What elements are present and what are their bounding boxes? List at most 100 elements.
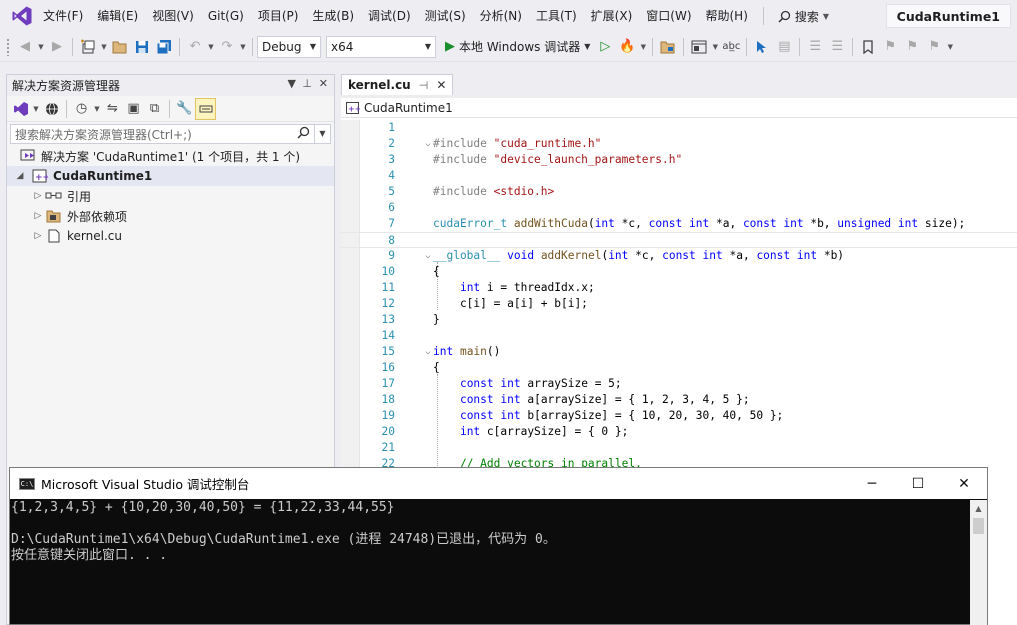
code-line[interactable]: 13} <box>341 312 1017 328</box>
start-debugging-button[interactable]: ▶ 本地 Windows 调试器 ▼ <box>441 36 594 58</box>
menu-git[interactable]: Git(G) <box>201 5 251 27</box>
code-line[interactable]: 10{ <box>341 264 1017 280</box>
search-menu[interactable]: 搜索 ▼ <box>772 5 835 27</box>
search-options-dropdown-icon[interactable]: ▼ <box>314 125 330 143</box>
menu-view[interactable]: 视图(V) <box>145 5 201 27</box>
code-line[interactable]: 14 <box>341 328 1017 344</box>
bookmark-icon[interactable] <box>857 36 879 58</box>
switch-views-icon[interactable] <box>10 98 31 120</box>
menu-tools[interactable]: 工具(T) <box>529 5 584 27</box>
toolbar-overflow-icon[interactable]: ▼ <box>945 43 955 51</box>
maximize-icon[interactable]: ☐ <box>895 468 941 499</box>
tree-external-deps-node[interactable]: ▷ 外部依赖项 <box>7 206 334 226</box>
browse-folder-icon[interactable] <box>657 36 679 58</box>
collapse-all-icon[interactable]: ▣ <box>123 98 144 120</box>
code-line[interactable]: 20 int c[arraySize] = { 0 }; <box>341 424 1017 440</box>
save-all-icon[interactable] <box>153 36 175 58</box>
code-line[interactable]: 16 { <box>341 360 1017 376</box>
indent-icon[interactable]: ☰ <box>826 36 848 58</box>
menu-debug[interactable]: 调试(D) <box>361 5 418 27</box>
code-line[interactable]: 12 c[i] = a[i] + b[i]; <box>341 296 1017 312</box>
start-without-debugging-icon[interactable]: ▷ <box>594 36 616 58</box>
web-icon[interactable] <box>41 98 62 120</box>
solution-platform-combo[interactable]: x64 ▼ <box>326 35 436 58</box>
debug-console-window[interactable]: C:\ Microsoft Visual Studio 调试控制台 ─ ☐ ✕ … <box>9 467 988 625</box>
open-folder-icon[interactable] <box>109 36 131 58</box>
visual-studio-logo-icon[interactable] <box>8 2 36 30</box>
new-dropdown-icon[interactable]: ▼ <box>99 43 109 51</box>
close-icon[interactable]: ✕ <box>319 77 328 90</box>
solution-configuration-combo[interactable]: Debug ▼ <box>257 35 321 58</box>
forward-icon[interactable]: ▶ <box>46 36 68 58</box>
pending-changes-filter-icon[interactable]: ◷ <box>71 98 92 120</box>
hot-reload-icon[interactable]: 🔥 <box>616 36 638 58</box>
tree-kernel-file-node[interactable]: ▷ kernel.cu <box>7 226 334 246</box>
menu-window[interactable]: 窗口(W) <box>639 5 698 27</box>
menu-project[interactable]: 项目(P) <box>251 5 306 27</box>
spell-check-icon[interactable]: ab̲c <box>720 36 742 58</box>
code-line[interactable]: 2 ⌵ #include "cuda_runtime.h" <box>341 136 1017 152</box>
scroll-up-icon[interactable]: ▲ <box>970 500 987 517</box>
window-position-icon[interactable]: ▼ <box>288 77 296 90</box>
redo-dropdown-icon[interactable]: ▼ <box>238 43 248 51</box>
window-layout-icon[interactable] <box>688 36 710 58</box>
code-line[interactable]: 7 cudaError_t addWithCuda(int *c, const i… <box>341 216 1017 232</box>
undo-icon[interactable]: ↶ <box>184 36 206 58</box>
pin-icon[interactable]: ⊥ <box>302 77 312 90</box>
fold-toggle-icon[interactable]: ⌵ <box>423 344 433 360</box>
back-dropdown-icon[interactable]: ▼ <box>36 43 46 51</box>
filter-dropdown-icon[interactable]: ▼ <box>92 105 102 113</box>
tree-project-node[interactable]: ◢ ++ CudaRuntime1 <box>7 166 334 186</box>
layout-dropdown-icon[interactable]: ▼ <box>710 43 720 51</box>
console-scrollbar[interactable]: ▲ <box>970 500 987 625</box>
menu-analyze[interactable]: 分析(N) <box>473 5 529 27</box>
code-line[interactable]: 1 <box>341 120 1017 136</box>
code-line[interactable]: 9 ⌵ __global__ void addKernel(int *c, cons… <box>341 248 1017 264</box>
code-line[interactable]: 5 #include <stdio.h> <box>341 184 1017 200</box>
back-icon[interactable]: ◀ <box>14 36 36 58</box>
hot-reload-dropdown-icon[interactable]: ▼ <box>638 43 648 51</box>
code-line[interactable]: 17 const int arraySize = 5; <box>341 376 1017 392</box>
tree-solution-node[interactable]: 解决方案 'CudaRuntime1' (1 个项目，共 1 个) <box>7 146 334 166</box>
sync-with-active-document-icon[interactable]: ⇋ <box>102 98 123 120</box>
clear-bookmarks-icon[interactable]: ⚑ <box>923 36 945 58</box>
outdent-icon[interactable]: ☰ <box>804 36 826 58</box>
save-icon[interactable] <box>131 36 153 58</box>
code-line[interactable]: 11 int i = threadIdx.x; <box>341 280 1017 296</box>
show-all-files-icon[interactable]: ⧉ <box>144 98 165 120</box>
step-cursor-icon[interactable] <box>751 36 773 58</box>
code-line[interactable]: 15 ⌵ int main() <box>341 344 1017 360</box>
close-icon[interactable]: ✕ <box>941 468 987 499</box>
collapsed-arrow-icon[interactable]: ▷ <box>31 231 45 241</box>
navigation-bar[interactable]: ++ CudaRuntime1 <box>341 98 1017 118</box>
minimize-icon[interactable]: ─ <box>849 468 895 499</box>
toolbar-grip[interactable] <box>6 37 10 56</box>
fold-toggle-icon[interactable]: ⌵ <box>423 248 433 264</box>
switch-views-dropdown-icon[interactable]: ▼ <box>31 105 41 113</box>
expanded-arrow-icon[interactable]: ◢ <box>13 171 27 181</box>
close-tab-icon[interactable]: ✕ <box>436 78 446 92</box>
code-line[interactable]: 8 <box>341 232 1017 248</box>
collapsed-arrow-icon[interactable]: ▷ <box>31 191 45 201</box>
next-bookmark-icon[interactable]: ⚑ <box>901 36 923 58</box>
undo-dropdown-icon[interactable]: ▼ <box>206 43 216 51</box>
menu-file[interactable]: 文件(F) <box>36 5 90 27</box>
pin-tab-icon[interactable]: ⊣ <box>419 79 429 92</box>
code-line[interactable]: 6 <box>341 200 1017 216</box>
solution-explorer-titlebar[interactable]: 解决方案资源管理器 ▼ ⊥ ✕ <box>7 75 334 96</box>
properties-icon[interactable]: 🔧 <box>174 98 195 120</box>
menu-test[interactable]: 测试(S) <box>418 5 473 27</box>
code-line[interactable]: 21 <box>341 440 1017 456</box>
code-line[interactable]: 3 #include "device_launch_parameters.h" <box>341 152 1017 168</box>
redo-icon[interactable]: ↷ <box>216 36 238 58</box>
preview-selected-items-icon[interactable] <box>195 97 216 120</box>
collapsed-arrow-icon[interactable]: ▷ <box>31 211 45 221</box>
tab-kernel-cu[interactable]: kernel.cu ⊣ ✕ <box>341 74 454 95</box>
code-line[interactable]: 4 <box>341 168 1017 184</box>
scrollbar-thumb[interactable] <box>973 518 984 534</box>
menu-extensions[interactable]: 扩展(X) <box>584 5 640 27</box>
previous-bookmark-icon[interactable]: ⚑ <box>879 36 901 58</box>
tree-references-node[interactable]: ▷ 引用 <box>7 186 334 206</box>
comment-icon[interactable]: ▤ <box>773 36 795 58</box>
menu-edit[interactable]: 编辑(E) <box>90 5 145 27</box>
